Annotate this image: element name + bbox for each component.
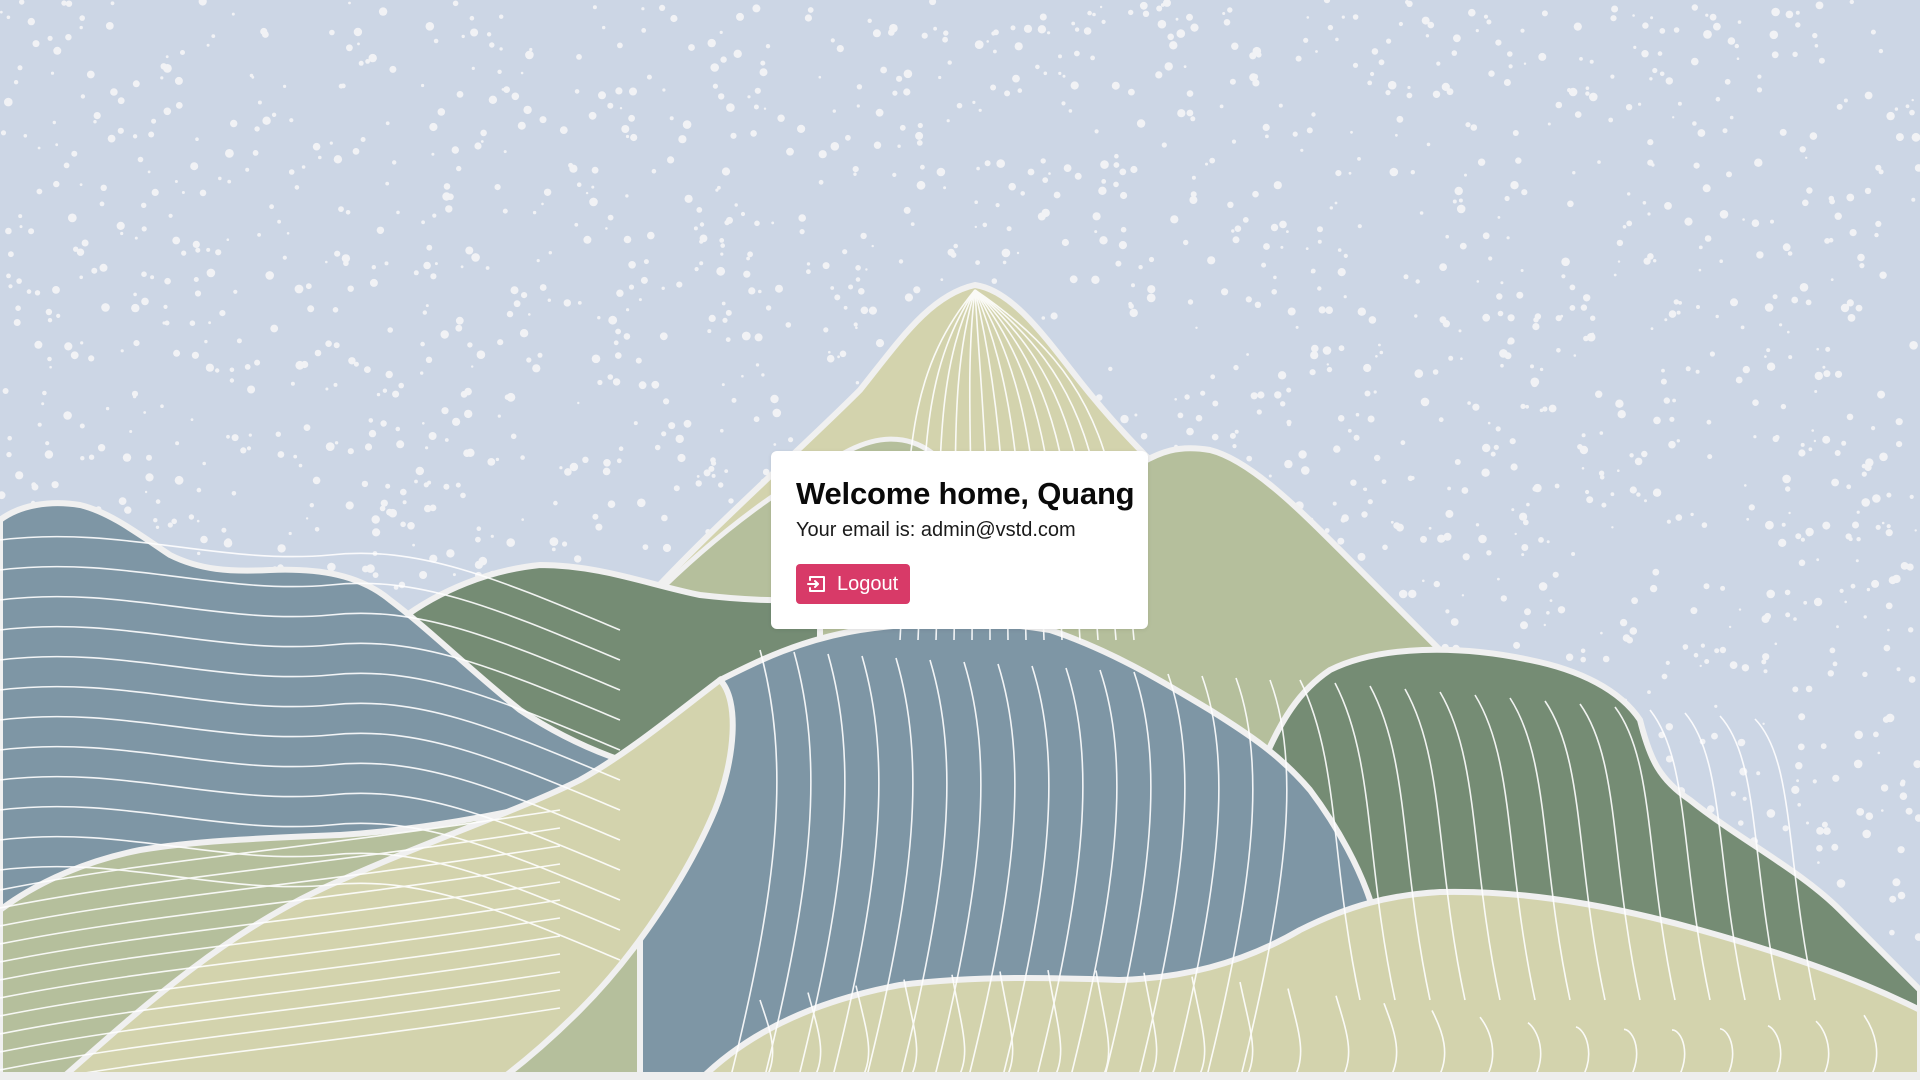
welcome-card: Welcome home, Quang Your email is: admin… xyxy=(771,451,1148,629)
logout-icon xyxy=(806,573,828,595)
logout-label: Logout xyxy=(837,572,899,595)
welcome-heading: Welcome home, Quang xyxy=(796,476,1135,511)
bottom-edge xyxy=(0,1072,1920,1080)
email-text: Your email is: admin@vstd.com xyxy=(796,519,1076,541)
logout-button[interactable]: Logout xyxy=(796,564,911,604)
